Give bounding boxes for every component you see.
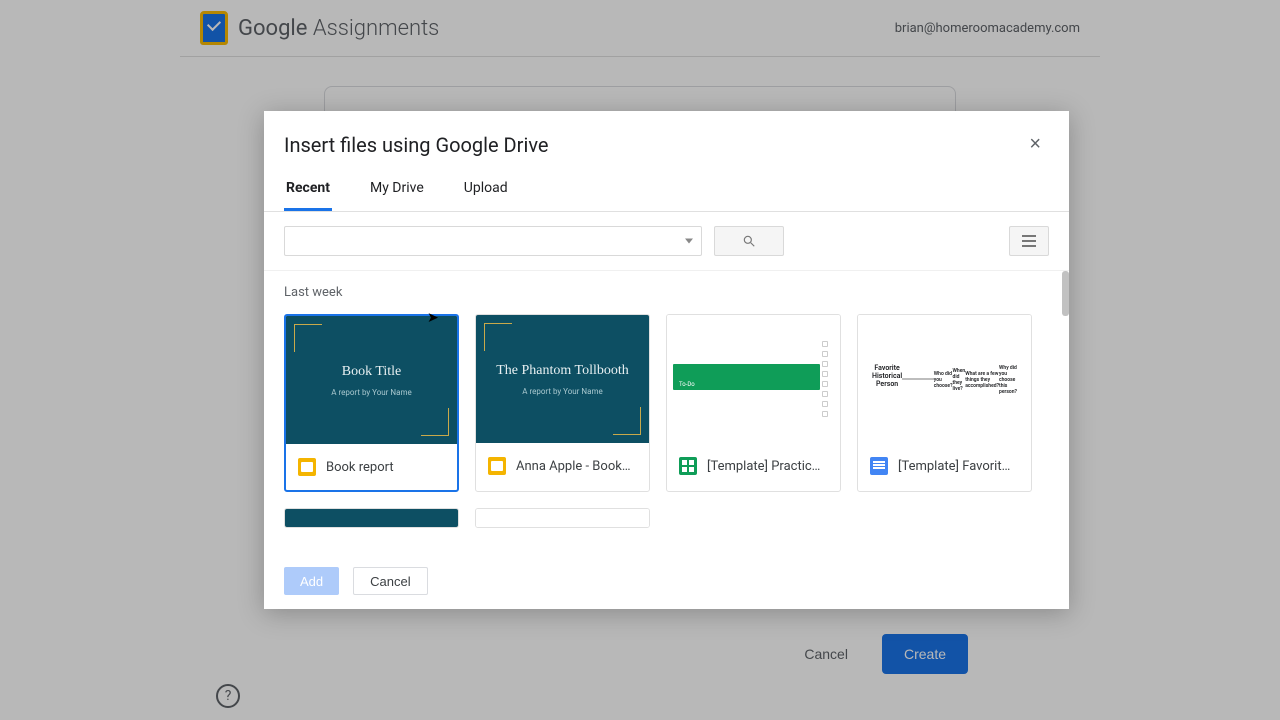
file-card-template-favorite[interactable]: Favorite Historical Person Who did you c…: [857, 314, 1032, 492]
scrollbar-thumb[interactable]: [1062, 271, 1069, 316]
file-name: Anna Apple - Book…: [516, 459, 631, 474]
file-card-anna-apple[interactable]: The Phantom Tollbooth A report by Your N…: [475, 314, 650, 492]
file-name: [Template] Favorit…: [898, 459, 1010, 474]
tab-my-drive[interactable]: My Drive: [368, 168, 426, 211]
file-name: Book report: [326, 460, 394, 475]
file-thumbnail: Book Title A report by Your Name: [286, 316, 457, 444]
search-box[interactable]: [284, 226, 702, 256]
thumb-heading: To-Do: [679, 381, 695, 388]
close-icon: ×: [1029, 133, 1041, 155]
thumb-title: The Phantom Tollbooth: [496, 363, 629, 379]
sheets-icon: [679, 457, 697, 475]
modal-footer: Add Cancel: [264, 552, 1069, 609]
tab-bar: Recent My Drive Upload: [264, 168, 1069, 212]
search-input[interactable]: [285, 227, 701, 255]
file-thumbnail: [476, 509, 649, 528]
slides-icon: [298, 458, 316, 476]
file-card-book-report[interactable]: Book Title A report by Your Name Book re…: [284, 314, 459, 492]
thumb-subtitle: A report by Your Name: [331, 388, 411, 397]
file-card-partial-2[interactable]: [475, 508, 650, 528]
drive-picker-modal: Insert files using Google Drive × Recent…: [264, 111, 1069, 609]
section-label: Last week: [284, 285, 1049, 300]
modal-title: Insert files using Google Drive: [284, 133, 549, 157]
dropdown-caret-icon[interactable]: [685, 239, 693, 244]
thumb-title: Book Title: [342, 364, 402, 380]
file-grid-area: Last week Book Title A report by Your Na…: [264, 271, 1069, 552]
file-card-partial-1[interactable]: [284, 508, 459, 528]
thumb-subtitle: A report by Your Name: [522, 387, 602, 396]
tab-recent[interactable]: Recent: [284, 168, 332, 211]
file-name: [Template] Practic…: [707, 459, 820, 474]
search-button[interactable]: [714, 226, 784, 256]
file-thumbnail: [285, 509, 458, 528]
docs-icon: [870, 457, 888, 475]
add-button[interactable]: Add: [284, 567, 339, 595]
search-row: [264, 212, 1069, 271]
list-view-icon: [1022, 235, 1036, 247]
file-card-template-practice[interactable]: To-Do [: [666, 314, 841, 492]
file-thumbnail: To-Do: [667, 315, 840, 443]
file-thumbnail: Favorite Historical Person Who did you c…: [858, 315, 1031, 443]
tab-upload[interactable]: Upload: [462, 168, 510, 211]
slides-icon: [488, 457, 506, 475]
cancel-button[interactable]: Cancel: [353, 567, 427, 595]
close-button[interactable]: ×: [1021, 129, 1049, 160]
file-grid: Book Title A report by Your Name Book re…: [284, 314, 1049, 492]
search-icon: [742, 234, 756, 248]
thumb-title: Favorite Historical Person: [872, 364, 902, 388]
view-toggle-button[interactable]: [1009, 226, 1049, 256]
file-thumbnail: The Phantom Tollbooth A report by Your N…: [476, 315, 649, 443]
